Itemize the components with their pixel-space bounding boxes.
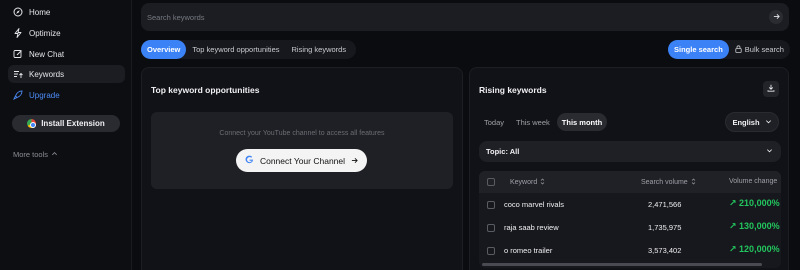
sidebar-item-label: Home [29, 7, 51, 17]
keyword-list-icon [13, 69, 23, 79]
card-title: Top keyword opportunities [151, 85, 260, 95]
view-tabs: Overview Top keyword opportunities Risin… [141, 40, 357, 59]
sidebar-item-new-chat[interactable]: New Chat [8, 45, 125, 63]
arrow-right-icon [773, 13, 780, 22]
sort-icon [540, 178, 545, 187]
arrow-right-icon [351, 156, 358, 166]
connect-channel-button[interactable]: Connect Your Channel [236, 149, 367, 172]
select-all-checkbox[interactable] [487, 178, 495, 186]
chevron-down-icon [765, 118, 772, 127]
sidebar-item-label: New Chat [29, 49, 65, 59]
search-submit-button[interactable] [769, 10, 783, 24]
topic-select[interactable]: Topic: All [479, 141, 781, 162]
connect-channel-label: Connect Your Channel [259, 155, 346, 166]
more-tools-label: More tools [13, 150, 49, 159]
chrome-icon [27, 119, 37, 128]
topic-value: Topic: All [486, 147, 520, 156]
row-change-value: 210,000% [739, 198, 780, 208]
card-title: Rising keywords [479, 85, 547, 95]
tab-overview[interactable]: Overview [141, 40, 187, 59]
sidebar-item-keywords[interactable]: Keywords [8, 65, 125, 83]
search-input[interactable] [147, 12, 747, 22]
row-volume: 3,573,402 [648, 246, 682, 255]
row-change-value: 130,000% [739, 221, 780, 231]
column-search-volume-label: Search volume [641, 179, 688, 186]
column-volume-change[interactable]: Volume change [729, 178, 777, 185]
row-checkbox[interactable] [487, 224, 495, 232]
range-this-month[interactable]: This month [556, 113, 608, 131]
lock-icon [735, 44, 742, 55]
connect-channel-message: Connect your YouTube channel to access a… [219, 130, 385, 137]
rocket-icon [13, 90, 23, 100]
chevron-down-icon [766, 147, 773, 156]
more-tools-toggle[interactable]: More tools [13, 150, 58, 159]
tab-rising-keywords[interactable]: Rising keywords [286, 40, 353, 59]
lightning-icon [13, 28, 23, 38]
chevron-up-icon [51, 150, 58, 159]
column-keyword[interactable]: Keyword [510, 178, 545, 187]
table-row[interactable]: o romeo trailer 3,573,402 ↗ 120,000% [479, 239, 781, 262]
rising-keywords-card: Rising keywords Today This week This mon… [469, 67, 789, 270]
sort-icon [691, 178, 696, 187]
sidebar-item-upgrade[interactable]: Upgrade [8, 86, 125, 104]
top-keyword-opportunities-card: Top keyword opportunities Connect your Y… [141, 67, 463, 270]
sidebar-item-optimize[interactable]: Optimize [8, 24, 125, 42]
search-bar [141, 3, 789, 31]
compass-icon [13, 7, 23, 17]
table-header: Keyword Search volume Volume change [479, 171, 781, 193]
row-change: ↗ 130,000% [729, 221, 780, 231]
install-extension-label: Install Extension [41, 119, 105, 128]
google-icon [245, 155, 254, 166]
bulk-search-label: Bulk search [744, 45, 784, 54]
bulk-search-button[interactable]: Bulk search [729, 40, 790, 59]
range-this-week[interactable]: This week [511, 113, 555, 131]
language-value: English [732, 117, 760, 127]
horizontal-scrollbar[interactable] [482, 263, 762, 266]
language-select[interactable]: English [725, 112, 779, 132]
table-row[interactable]: raja saab review 1,735,975 ↗ 130,000% [479, 216, 781, 239]
tab-top-keyword-opportunities[interactable]: Top keyword opportunities [186, 40, 285, 59]
row-keyword: o romeo trailer [504, 246, 553, 255]
column-search-volume[interactable]: Search volume [641, 178, 696, 187]
main-content: Overview Top keyword opportunities Risin… [133, 0, 800, 270]
download-button[interactable] [763, 81, 779, 97]
single-search-button[interactable]: Single search [668, 40, 729, 59]
row-volume: 1,735,975 [648, 223, 682, 232]
sidebar-item-label: Keywords [29, 69, 65, 79]
table-row[interactable]: coco marvel rivals 2,471,566 ↗ 210,000% [479, 193, 781, 216]
sidebar-item-label: Upgrade [29, 90, 60, 100]
row-checkbox[interactable] [487, 201, 495, 209]
range-today[interactable]: Today [479, 113, 509, 131]
single-search-label: Single search [674, 45, 723, 54]
connect-channel-panel: Connect your YouTube channel to access a… [151, 112, 453, 189]
row-change: ↗ 210,000% [729, 198, 780, 208]
search-mode-toggle: Single search Bulk search [668, 40, 790, 59]
install-extension-button[interactable]: Install Extension [12, 115, 120, 132]
row-change-value: 120,000% [739, 244, 780, 254]
row-checkbox[interactable] [487, 247, 495, 255]
sidebar-item-label: Optimize [29, 28, 61, 38]
rising-keywords-table: Keyword Search volume Volume change coco… [479, 171, 781, 268]
row-change: ↗ 120,000% [729, 244, 780, 254]
column-keyword-label: Keyword [510, 179, 538, 186]
time-range-tabs: Today This week This month [479, 113, 608, 131]
row-keyword: raja saab review [504, 223, 559, 232]
edit-icon [13, 49, 23, 59]
row-volume: 2,471,566 [648, 200, 682, 209]
sidebar-item-home[interactable]: Home [8, 3, 125, 21]
sidebar: Home Optimize New Chat Keywords Upgrade … [0, 0, 132, 270]
download-icon [767, 84, 775, 94]
row-keyword: coco marvel rivals [504, 200, 565, 209]
